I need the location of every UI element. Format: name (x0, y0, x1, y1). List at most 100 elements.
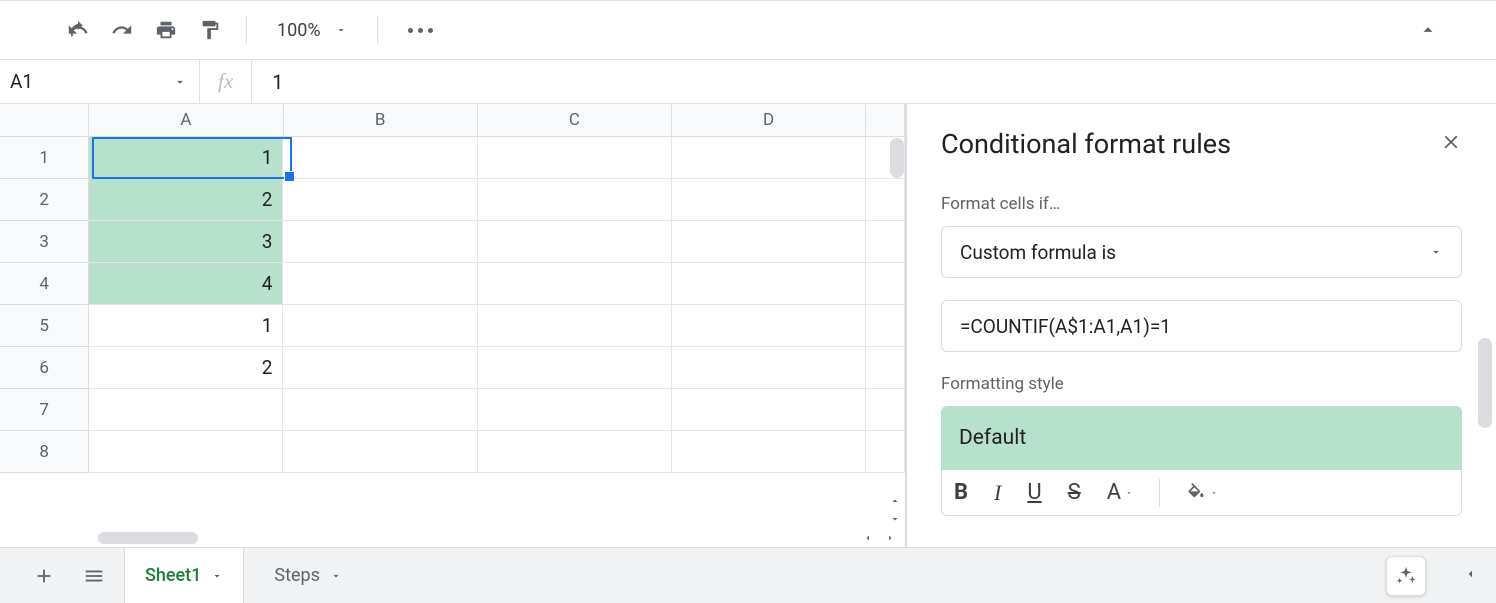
cell[interactable] (672, 179, 866, 221)
cell[interactable] (478, 263, 672, 305)
column-header-partial[interactable] (866, 104, 905, 136)
explore-button[interactable] (1386, 556, 1426, 596)
sheet-tab[interactable]: Steps (254, 548, 362, 603)
cell[interactable] (478, 179, 672, 221)
format-if-label: Format cells if… (941, 194, 1462, 214)
cell[interactable] (672, 389, 866, 431)
cell-partial[interactable] (866, 263, 905, 305)
row-header[interactable]: 8 (0, 431, 89, 473)
cell[interactable] (672, 221, 866, 263)
custom-formula-value: =COUNTIF(A$1:A1,A1)=1 (960, 315, 1171, 338)
underline-button[interactable]: U (1027, 480, 1041, 505)
cell-partial[interactable] (866, 431, 905, 473)
row-header[interactable]: 2 (0, 179, 89, 221)
cell[interactable] (283, 221, 477, 263)
zoom-dropdown[interactable]: 100% (265, 20, 359, 41)
column-header[interactable]: B (284, 104, 478, 136)
row-header[interactable]: 4 (0, 263, 89, 305)
close-panel-button[interactable] (1440, 131, 1462, 157)
cell[interactable] (478, 137, 672, 179)
fill-icon (1186, 483, 1206, 503)
condition-dropdown[interactable]: Custom formula is (941, 226, 1462, 278)
cell-partial[interactable] (866, 179, 905, 221)
panel-title: Conditional format rules (941, 128, 1231, 160)
all-sheets-button[interactable] (74, 556, 114, 596)
cell[interactable]: 1 (89, 137, 283, 179)
cell[interactable] (283, 347, 477, 389)
row-header[interactable]: 5 (0, 305, 89, 347)
formula-bar: A1 fx 1 (0, 60, 1496, 104)
conditional-format-panel: Conditional format rules Format cells if… (906, 104, 1496, 547)
add-sheet-button[interactable] (24, 556, 64, 596)
row-header[interactable]: 3 (0, 221, 89, 263)
cell-partial[interactable] (866, 305, 905, 347)
column-header[interactable]: A (89, 104, 283, 136)
collapse-toolbar-button[interactable] (1410, 12, 1446, 48)
fill-color-button[interactable] (1186, 483, 1218, 503)
horizontal-scrollbar[interactable] (98, 532, 198, 544)
cell[interactable]: 3 (89, 221, 283, 263)
cell[interactable] (283, 389, 477, 431)
cell[interactable] (89, 389, 283, 431)
strikethrough-button[interactable]: S (1068, 480, 1081, 505)
cell[interactable] (672, 431, 866, 473)
scroll-left-button[interactable] (859, 529, 877, 547)
row-header[interactable]: 1 (0, 137, 89, 179)
cell-partial[interactable] (866, 389, 905, 431)
column-header[interactable]: C (478, 104, 672, 136)
cell[interactable]: 4 (89, 263, 283, 305)
row-header[interactable]: 7 (0, 389, 89, 431)
text-color-button[interactable]: A (1107, 480, 1133, 505)
cell[interactable] (283, 137, 477, 179)
column-header[interactable]: D (672, 104, 866, 136)
bold-button[interactable]: B (954, 480, 968, 505)
grid-row: 62 (0, 347, 905, 389)
cell[interactable] (283, 263, 477, 305)
panel-scrollbar[interactable] (1478, 338, 1492, 428)
cell[interactable] (283, 431, 477, 473)
cell[interactable]: 1 (89, 305, 283, 347)
scroll-right-button[interactable] (881, 529, 899, 547)
print-button[interactable] (148, 12, 184, 48)
horizontal-scrollbar-track (92, 529, 905, 547)
cell[interactable] (283, 179, 477, 221)
paint-format-button[interactable] (192, 12, 228, 48)
chevron-down-icon (335, 24, 347, 36)
cell[interactable] (478, 305, 672, 347)
more-button[interactable] (396, 28, 445, 33)
scroll-down-button[interactable] (887, 511, 903, 527)
style-preview[interactable]: Default (941, 406, 1462, 470)
cell[interactable] (672, 305, 866, 347)
cell-partial[interactable] (866, 347, 905, 389)
cell[interactable] (478, 347, 672, 389)
name-box[interactable]: A1 (0, 60, 200, 103)
cell[interactable] (672, 137, 866, 179)
fx-label: fx (200, 60, 252, 103)
cell[interactable] (89, 431, 283, 473)
cell[interactable] (478, 221, 672, 263)
spreadsheet-grid[interactable]: A B C D 11223344516278 (0, 104, 906, 547)
formula-input[interactable]: 1 (252, 60, 1496, 103)
cell[interactable]: 2 (89, 347, 283, 389)
cell[interactable] (672, 263, 866, 305)
grid-row: 8 (0, 431, 905, 473)
redo-button[interactable] (104, 12, 140, 48)
sheet-tab-label: Sheet1 (145, 565, 201, 586)
cell[interactable] (672, 347, 866, 389)
italic-button[interactable]: I (994, 480, 1001, 506)
scroll-up-button[interactable] (887, 493, 903, 509)
chevron-left-icon (1462, 566, 1478, 582)
cell[interactable] (478, 389, 672, 431)
cell[interactable]: 2 (89, 179, 283, 221)
row-header[interactable]: 6 (0, 347, 89, 389)
sheet-tab-bar: Sheet1 Steps (0, 547, 1496, 603)
sheet-tab-active[interactable]: Sheet1 (124, 548, 244, 603)
show-side-panel-button[interactable] (1462, 566, 1478, 586)
cell[interactable] (283, 305, 477, 347)
select-all-corner[interactable] (0, 104, 89, 136)
vertical-scrollbar[interactable] (890, 138, 904, 178)
custom-formula-input[interactable]: =COUNTIF(A$1:A1,A1)=1 (941, 300, 1462, 352)
undo-button[interactable] (60, 12, 96, 48)
cell-partial[interactable] (866, 221, 905, 263)
cell[interactable] (478, 431, 672, 473)
